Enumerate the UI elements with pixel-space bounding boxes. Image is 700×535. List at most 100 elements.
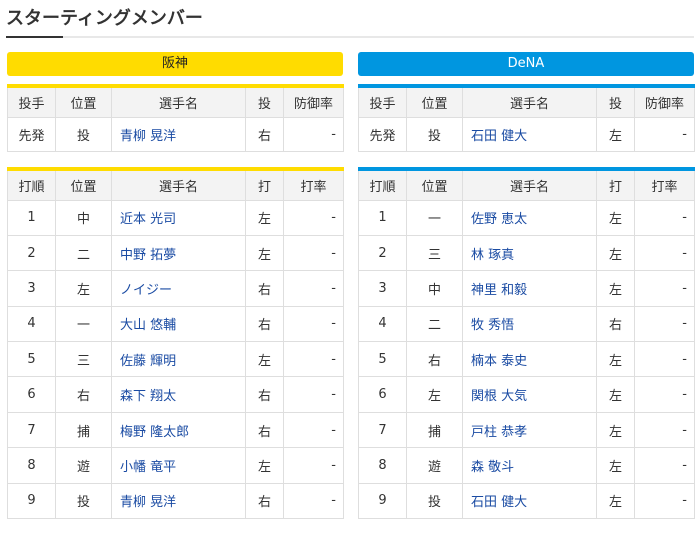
position: 中 [55, 199, 112, 236]
position: 捕 [406, 411, 463, 449]
player-name-link[interactable]: 石田 健大 [462, 482, 597, 520]
home-pitcher-table: 投手 位置 選手名 投 防御率 先発 投 青柳 晃洋 右 - [7, 84, 344, 152]
team-header-home: 阪神 [7, 52, 343, 76]
col-header-batting-order: 打順 [7, 168, 56, 201]
position: 二 [55, 234, 112, 272]
player-name-link[interactable]: 小幡 竜平 [111, 447, 246, 484]
table-row: 2三林 琢真左 - [358, 234, 695, 272]
player-name-link[interactable]: 大山 悠輔 [111, 305, 246, 343]
table-row: 1 中近本 光司左 - [7, 199, 344, 236]
batting-order: 9 [358, 482, 407, 520]
col-header-batting-order: 打順 [358, 168, 407, 201]
player-name-link[interactable]: 石田 健大 [462, 116, 597, 152]
position: 中 [406, 270, 463, 307]
col-header-throws: 投 [245, 85, 284, 118]
bats: 右 [245, 411, 284, 449]
home-batters-body: 1 中近本 光司左 -2 二中野 拓夢左 -3 左ノイジー右 -4 一大山 悠輔右 -5 三佐藤 … [7, 199, 344, 520]
batting-average: - [634, 305, 695, 343]
col-header-position: 位置 [55, 168, 112, 201]
player-name-link[interactable]: 梅野 隆太郎 [111, 411, 246, 449]
batting-order: 6 [7, 376, 56, 413]
pitcher-role: 先発 [358, 116, 407, 152]
bats: 左 [596, 234, 635, 272]
col-header-pitcher: 投手 [7, 85, 56, 118]
batting-average: - [634, 482, 695, 520]
batting-order: 1 [7, 199, 56, 236]
position: 三 [406, 234, 463, 272]
position: 投 [406, 482, 463, 520]
player-name-link[interactable]: 関根 大気 [462, 376, 597, 413]
player-name-link[interactable]: 青柳 晃洋 [111, 116, 246, 152]
player-name-link[interactable]: 佐藤 輝明 [111, 341, 246, 378]
page-title: スターティングメンバー [6, 8, 203, 29]
position: 遊 [406, 447, 463, 484]
position: 遊 [55, 447, 112, 484]
batting-order: 2 [358, 234, 407, 272]
pitcher-throws: 右 [245, 116, 284, 152]
bats: 右 [245, 270, 284, 307]
position: 左 [55, 270, 112, 307]
player-name-link[interactable]: 戸柱 恭孝 [462, 411, 597, 449]
bats: 左 [596, 341, 635, 378]
batting-order: 3 [7, 270, 56, 307]
bats: 左 [245, 234, 284, 272]
col-header-position: 位置 [55, 85, 112, 118]
batting-average: - [634, 234, 695, 272]
col-header-batting-average: 打率 [634, 168, 695, 201]
position: 右 [55, 376, 112, 413]
player-name-link[interactable]: 牧 秀悟 [462, 305, 597, 343]
col-header-bats: 打 [245, 168, 284, 201]
pitcher-position: 投 [55, 116, 112, 152]
bats: 左 [596, 199, 635, 236]
batting-order: 9 [7, 482, 56, 520]
bats: 左 [245, 447, 284, 484]
player-name-link[interactable]: 森下 翔太 [111, 376, 246, 413]
batting-order: 5 [7, 341, 56, 378]
table-header-row: 投手 位置 選手名 投 防御率 [7, 85, 344, 118]
table-row: 3 左ノイジー右 - [7, 270, 344, 307]
batting-average: - [283, 305, 344, 343]
batting-order: 2 [7, 234, 56, 272]
bats: 左 [596, 376, 635, 413]
table-row: 9 投青柳 晃洋右 - [7, 482, 344, 520]
position: 投 [55, 482, 112, 520]
col-header-player-name: 選手名 [462, 85, 597, 118]
bats: 左 [596, 411, 635, 449]
batting-average: - [283, 482, 344, 520]
batting-order: 5 [358, 341, 407, 378]
away-batters-body: 1 一佐野 恵太左 -2 三林 琢真左 -3 中神里 和毅左 -4 二牧 秀悟右 -5 右楠本 泰… [358, 199, 695, 520]
table-row: 6 右森下 翔太右 - [7, 376, 344, 413]
player-name-link[interactable]: 神里 和毅 [462, 270, 597, 307]
batting-order: 4 [358, 305, 407, 343]
batting-average: - [634, 411, 695, 449]
bats: 右 [245, 305, 284, 343]
player-name-link[interactable]: ノイジー [111, 270, 246, 307]
player-name-link[interactable]: 森 敬斗 [462, 447, 597, 484]
table-row: 2 二中野 拓夢左 - [7, 234, 344, 272]
col-header-player-name: 選手名 [111, 85, 246, 118]
position: 左 [406, 376, 463, 413]
player-name-link[interactable]: 林 琢真 [462, 234, 597, 272]
batting-average: - [283, 270, 344, 307]
table-header-row: 投手 位置 選手名 投 防御率 [358, 85, 695, 118]
batting-average: - [283, 411, 344, 449]
team-header-away: DeNA [358, 52, 694, 76]
col-header-bats: 打 [596, 168, 635, 201]
batting-order: 1 [358, 199, 407, 236]
player-name-link[interactable]: 近本 光司 [111, 199, 246, 236]
batting-order: 7 [358, 411, 407, 449]
position: 三 [55, 341, 112, 378]
player-name-link[interactable]: 佐野 恵太 [462, 199, 597, 236]
batting-order: 7 [7, 411, 56, 449]
bats: 左 [596, 482, 635, 520]
table-row: 5 三佐藤 輝明左 - [7, 341, 344, 378]
player-name-link[interactable]: 青柳 晃洋 [111, 482, 246, 520]
player-name-link[interactable]: 中野 拓夢 [111, 234, 246, 272]
position: 右 [406, 341, 463, 378]
batting-order: 6 [358, 376, 407, 413]
player-name-link[interactable]: 楠本 泰史 [462, 341, 597, 378]
batting-order: 4 [7, 305, 56, 343]
table-row: 8遊森 敬斗左 - [358, 447, 695, 484]
position: 二 [406, 305, 463, 343]
batting-average: - [283, 376, 344, 413]
